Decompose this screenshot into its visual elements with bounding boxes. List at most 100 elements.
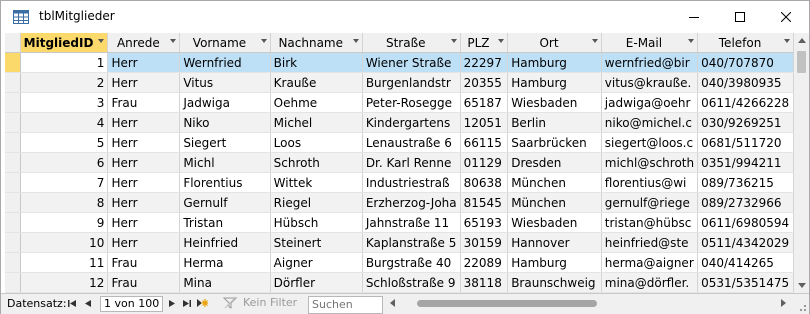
column-dropdown-icon[interactable]: [450, 39, 457, 43]
table-cell[interactable]: 7: [20, 172, 109, 193]
table-cell[interactable]: Hamburg: [507, 72, 602, 93]
table-cell[interactable]: Florentius: [179, 172, 271, 193]
table-cell[interactable]: Hamburg: [507, 52, 602, 73]
column-header[interactable]: Nachname: [270, 33, 363, 53]
table-cell[interactable]: Wiener Straße: [362, 52, 461, 73]
table-cell[interactable]: gernulf@riege: [601, 192, 699, 213]
table-row[interactable]: 6 Herr Michl Schroth Dr. Karl Renne 01129 Dres…: [5, 152, 794, 173]
table-cell[interactable]: Dr. Karl Renne: [362, 152, 461, 173]
table-cell[interactable]: herma@aigner: [601, 252, 699, 273]
table-cell[interactable]: Kindergartens: [362, 112, 461, 133]
horizontal-scrollbar[interactable]: [387, 296, 789, 311]
new-record-button[interactable]: [195, 296, 209, 310]
row-selector[interactable]: [5, 212, 21, 233]
row-selector[interactable]: [5, 152, 21, 173]
table-cell[interactable]: 089/736215: [697, 172, 794, 193]
column-header[interactable]: E-Mail: [601, 33, 699, 53]
minimize-button[interactable]: [671, 1, 717, 33]
table-cell[interactable]: 0611/6980594: [697, 212, 794, 233]
table-cell[interactable]: 22089: [460, 252, 509, 273]
table-cell[interactable]: 81545: [460, 192, 509, 213]
table-cell[interactable]: Oehme: [270, 92, 363, 113]
table-cell[interactable]: 3: [20, 92, 109, 113]
row-selector[interactable]: [5, 232, 21, 253]
table-cell[interactable]: Herma: [179, 252, 271, 273]
table-cell[interactable]: 0511/4342029: [697, 232, 794, 253]
table-row[interactable]: 5 Herr Siegert Loos Lenaustraße 6 66115 Saarbr…: [5, 132, 794, 153]
table-cell[interactable]: 20355: [460, 72, 509, 93]
row-selector[interactable]: [5, 172, 21, 193]
table-cell[interactable]: 0351/994211: [697, 152, 794, 173]
table-cell[interactable]: 65193: [460, 212, 509, 233]
table-cell[interactable]: Aigner: [270, 252, 363, 273]
table-cell[interactable]: Frau: [107, 92, 181, 113]
table-cell[interactable]: 040/3980935: [697, 72, 794, 93]
table-cell[interactable]: Herr: [107, 192, 181, 213]
table-cell[interactable]: Wernfried: [179, 52, 271, 73]
table-cell[interactable]: florentius@wi: [601, 172, 699, 193]
table-cell[interactable]: mina@dörfler.: [601, 272, 699, 293]
table-cell[interactable]: 040/414265: [697, 252, 794, 273]
table-cell[interactable]: Herr: [107, 232, 181, 253]
table-cell[interactable]: 66115: [460, 132, 509, 153]
table-cell[interactable]: Burgenlandstr: [362, 72, 461, 93]
scroll-up-icon[interactable]: [798, 38, 806, 43]
table-cell[interactable]: Dörfler: [270, 272, 363, 293]
table-cell[interactable]: Herr: [107, 152, 181, 173]
select-all-corner[interactable]: [5, 33, 21, 53]
table-cell[interactable]: Niko: [179, 112, 271, 133]
table-cell[interactable]: tristan@hübsc: [601, 212, 699, 233]
table-cell[interactable]: Michl: [179, 152, 271, 173]
table-cell[interactable]: Krauße: [270, 72, 363, 93]
vertical-scroll-thumb[interactable]: [797, 51, 806, 73]
table-cell[interactable]: Lenaustraße 6: [362, 132, 461, 153]
column-header[interactable]: PLZ: [460, 33, 509, 53]
table-cell[interactable]: Schroth: [270, 152, 363, 173]
table-cell[interactable]: jadwiga@oehr: [601, 92, 699, 113]
table-cell[interactable]: 9: [20, 212, 109, 233]
row-selector[interactable]: [5, 72, 21, 93]
horizontal-scroll-thumb[interactable]: [417, 300, 597, 307]
column-dropdown-icon[interactable]: [352, 39, 359, 43]
table-cell[interactable]: 8: [20, 192, 109, 213]
maximize-button[interactable]: [717, 1, 763, 33]
table-cell[interactable]: Steinert: [270, 232, 363, 253]
table-cell[interactable]: 0681/511720: [697, 132, 794, 153]
table-cell[interactable]: michl@schroth: [601, 152, 699, 173]
row-selector[interactable]: [5, 92, 21, 113]
table-cell[interactable]: 0531/5351475: [697, 272, 794, 293]
table-cell[interactable]: Jadwiga: [179, 92, 271, 113]
table-cell[interactable]: Hübsch: [270, 212, 363, 233]
last-record-button[interactable]: [179, 296, 193, 310]
column-header[interactable]: Ort: [507, 33, 602, 53]
table-cell[interactable]: Kaplanstraße 5: [362, 232, 461, 253]
table-cell[interactable]: Mina: [179, 272, 271, 293]
table-row[interactable]: 11 Frau Herma Aigner Burgstraße 40 22089 Hambu…: [5, 252, 794, 273]
table-cell[interactable]: Hannover: [507, 232, 602, 253]
column-header[interactable]: Straße: [362, 33, 461, 53]
table-cell[interactable]: 0611/4266228: [697, 92, 794, 113]
previous-record-button[interactable]: [81, 296, 95, 310]
table-cell[interactable]: Siegert: [179, 132, 271, 153]
column-header[interactable]: MitgliedID: [20, 33, 109, 53]
column-dropdown-icon[interactable]: [591, 39, 598, 43]
table-cell[interactable]: 1: [20, 52, 109, 73]
column-header[interactable]: Telefon: [697, 33, 794, 53]
table-cell[interactable]: Gernulf: [179, 192, 271, 213]
scroll-left-icon[interactable]: [390, 299, 395, 307]
column-dropdown-icon[interactable]: [784, 39, 790, 43]
column-dropdown-icon[interactable]: [260, 39, 267, 43]
table-cell[interactable]: Michel: [270, 112, 363, 133]
current-record-field[interactable]: 1 von 100: [100, 296, 163, 312]
table-cell[interactable]: 65187: [460, 92, 509, 113]
row-selector[interactable]: [5, 112, 21, 133]
row-selector[interactable]: [5, 132, 21, 153]
table-cell[interactable]: Wiesbaden: [507, 92, 602, 113]
table-row[interactable]: 12 Frau Mina Dörfler Schloßstraße 9 38118 Brau…: [5, 272, 794, 293]
row-selector[interactable]: [5, 192, 21, 213]
table-cell[interactable]: Wiesbaden: [507, 212, 602, 233]
table-cell[interactable]: 80638: [460, 172, 509, 193]
table-cell[interactable]: 4: [20, 112, 109, 133]
table-cell[interactable]: wernfried@bir: [601, 52, 699, 73]
table-cell[interactable]: 2: [20, 72, 109, 93]
